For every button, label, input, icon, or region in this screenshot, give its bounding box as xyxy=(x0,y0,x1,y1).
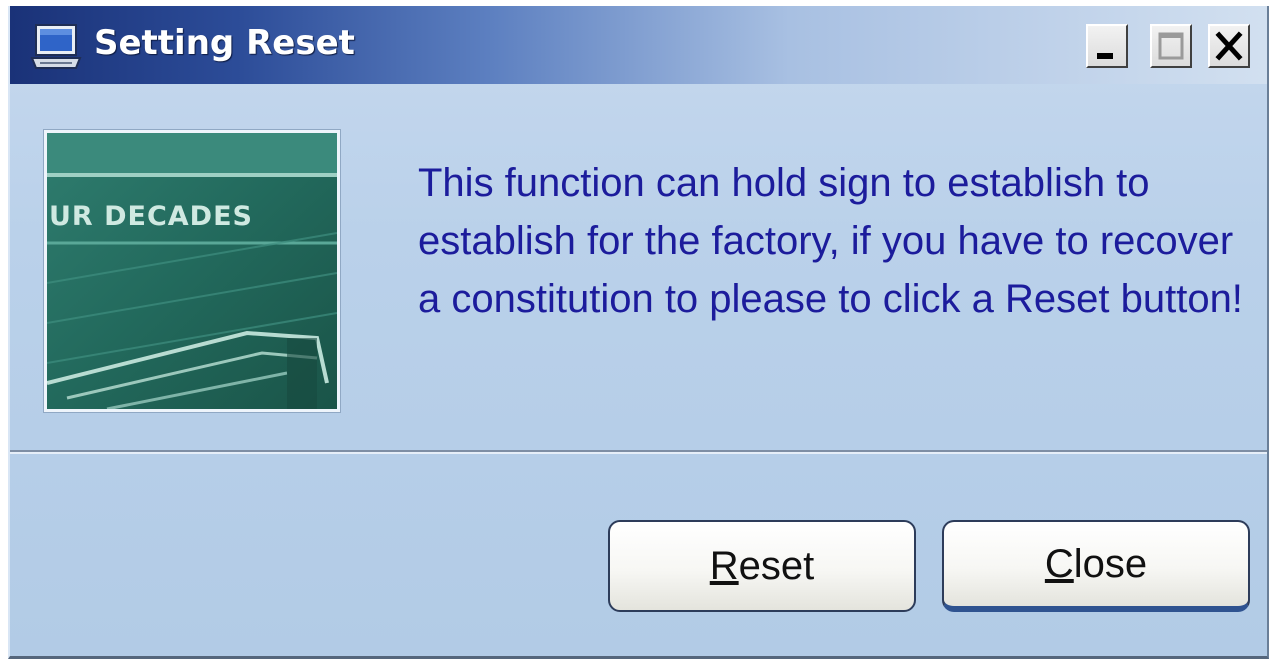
logo-image: UR DECADES xyxy=(44,130,340,412)
close-icon xyxy=(1215,31,1243,61)
minimize-icon xyxy=(1097,53,1113,59)
reset-message: This function can hold sign to establish… xyxy=(418,161,1243,321)
close-button[interactable]: Close xyxy=(942,520,1250,612)
close-window-button[interactable] xyxy=(1208,24,1250,68)
setting-reset-dialog: Setting Reset UR DECADES This function c… xyxy=(8,6,1269,659)
close-button-label: Close xyxy=(1044,542,1148,586)
maximize-icon xyxy=(1158,32,1184,60)
divider xyxy=(10,450,1267,454)
reset-button-label: Reset xyxy=(709,544,815,588)
minimize-button[interactable] xyxy=(1086,24,1128,68)
title-bar[interactable]: Setting Reset xyxy=(10,6,1267,84)
reset-button[interactable]: Reset xyxy=(608,520,916,612)
decades-picture: UR DECADES xyxy=(47,133,337,409)
image-caption: UR DECADES xyxy=(49,201,253,232)
maximize-button[interactable] xyxy=(1150,24,1192,68)
window-title: Setting Reset xyxy=(94,23,355,63)
computer-icon xyxy=(30,24,82,69)
